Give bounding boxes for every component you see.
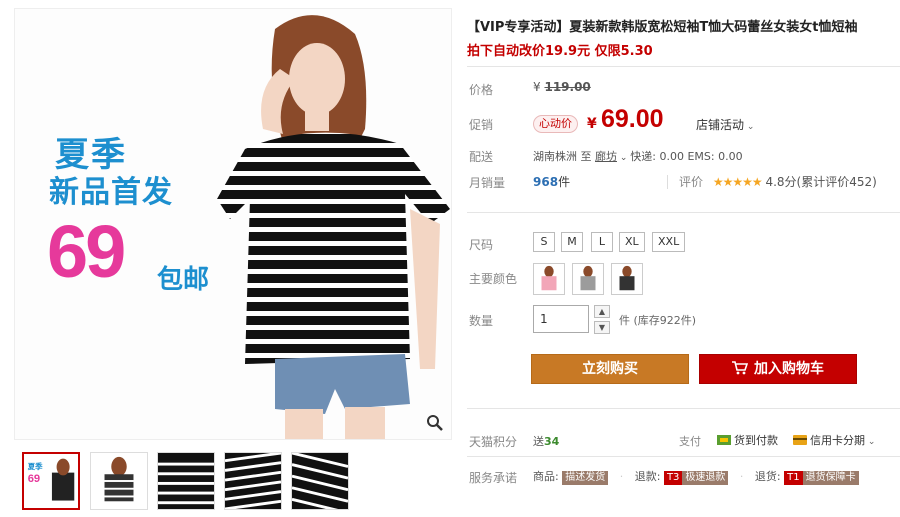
monthly-sales-label: 月销量 <box>469 176 506 190</box>
svg-text:69: 69 <box>28 473 40 485</box>
main-product-image[interactable]: 夏季 新品首发 69 包邮 <box>14 8 452 440</box>
review-label: 评价 <box>679 175 704 189</box>
ship-from: 湖南株洲 <box>533 150 577 163</box>
credit-installment[interactable]: 信用卡分期 ⌄ <box>793 432 875 448</box>
original-price: ¥ 119.00 <box>533 80 591 94</box>
refund-tag[interactable]: 极速退款 <box>682 471 729 485</box>
quantity-decrease-button[interactable]: ▼ <box>594 321 610 334</box>
ship-to-word: 至 <box>580 150 592 163</box>
promo-line-new-release: 新品首发 <box>49 175 173 210</box>
cart-icon <box>732 361 748 375</box>
chevron-down-icon: ⌄ <box>865 437 876 447</box>
quantity-increase-button[interactable]: ▲ <box>594 305 610 318</box>
service-promises: 商品: 描述发货 · 退款: T3 极速退款 · 退货: T1 退货保障卡 <box>533 468 859 485</box>
return-label: 退货: <box>754 470 781 483</box>
product-gallery: 夏季 新品首发 69 包邮 夏季 69 <box>14 8 452 517</box>
currency-symbol: ¥ <box>533 80 541 94</box>
payment-label: 支付 <box>679 435 701 448</box>
promo-label: 促销 <box>469 118 494 132</box>
monthly-sales: 968件 <box>533 173 570 190</box>
product-title: 【VIP专享活动】夏装新款韩版宽松短袖T恤大码蕾丝女装女t恤短袖 <box>467 20 858 35</box>
stock-info: 件 (库存922件) <box>619 314 697 327</box>
size-option-s[interactable]: S <box>533 232 555 252</box>
ship-to-location[interactable]: 廊坊 <box>595 150 617 163</box>
chevron-down-icon: ⌄ <box>744 122 755 132</box>
shipping-fees: 快递: 0.00 EMS: 0.00 <box>630 150 743 163</box>
price-label: 价格 <box>469 83 494 97</box>
add-to-cart-button[interactable]: 加入购物车 <box>699 354 857 384</box>
color-swatch-pink[interactable] <box>533 263 565 295</box>
color-swatch-grey[interactable] <box>572 263 604 295</box>
promo-free-shipping: 包邮 <box>157 265 210 295</box>
thumbnail-4[interactable] <box>224 452 282 510</box>
sales-unit: 件 <box>558 175 571 189</box>
cash-on-delivery[interactable]: 货到付款 <box>717 432 778 448</box>
goods-label: 商品: <box>533 470 559 483</box>
quantity-label: 数量 <box>469 314 494 328</box>
size-option-xxl[interactable]: XXL <box>652 232 686 252</box>
vertical-divider <box>667 175 668 189</box>
promo-price: 69 <box>47 210 126 293</box>
credit-label: 信用卡分期 <box>810 434 865 447</box>
goods-tag[interactable]: 描述发货 <box>562 471 609 485</box>
promo-badge: 心动价 <box>533 115 578 133</box>
size-label: 尺码 <box>469 238 494 252</box>
size-option-l[interactable]: L <box>591 232 613 252</box>
divider <box>467 408 900 409</box>
model-photo <box>217 15 450 439</box>
refund-code-badge: T3 <box>663 471 683 485</box>
sale-price: 69.00 <box>601 105 664 133</box>
points-prefix: 送 <box>533 435 544 448</box>
color-label: 主要颜色 <box>469 272 518 286</box>
chevron-down-icon: ⌄ <box>617 153 631 163</box>
thumbnail-3[interactable] <box>157 452 215 510</box>
size-option-xl[interactable]: XL <box>619 232 645 252</box>
credit-card-icon <box>793 435 807 445</box>
points-label: 天猫积分 <box>469 435 518 449</box>
size-option-m[interactable]: M <box>561 232 583 252</box>
store-activity-label: 店铺活动 <box>696 118 745 132</box>
thumbnail-1[interactable]: 夏季 69 <box>22 452 80 510</box>
shipping-label: 配送 <box>469 150 494 164</box>
divider <box>467 456 900 457</box>
buy-now-button[interactable]: 立刻购买 <box>531 354 689 384</box>
thumbnail-5[interactable] <box>291 452 349 510</box>
return-code-badge: T1 <box>784 471 803 485</box>
star-rating-icon: ★★★★★ <box>712 175 763 189</box>
sale-currency-symbol: ¥ <box>587 116 597 132</box>
product-subtitle: 拍下自动改价19.9元 仅限5.30 <box>467 44 653 59</box>
shipping-info: 湖南株洲 至 廊坊 ⌄ 快递: 0.00 EMS: 0.00 <box>533 148 743 164</box>
rating-score: 4.8分(累计评价452) <box>765 175 877 189</box>
divider <box>467 66 900 67</box>
return-tag[interactable]: 退货保障卡 <box>802 471 859 485</box>
magnifier-icon[interactable] <box>425 413 445 433</box>
store-activity-dropdown[interactable]: 店铺活动 ⌄ <box>696 116 754 133</box>
color-swatch-black[interactable] <box>611 263 643 295</box>
add-to-cart-label: 加入购物车 <box>754 361 824 377</box>
cod-label: 货到付款 <box>734 434 778 447</box>
cash-icon <box>717 435 731 445</box>
original-price-value: 119.00 <box>544 80 591 94</box>
svg-text:夏季: 夏季 <box>27 461 43 471</box>
services-label: 服务承诺 <box>469 471 518 485</box>
rating-block[interactable]: 评价 ★★★★★ 4.8分(累计评价452) <box>679 173 877 190</box>
refund-label: 退款: <box>634 470 661 483</box>
sales-count-value: 968 <box>533 175 559 189</box>
quantity-input[interactable] <box>533 305 589 333</box>
divider <box>467 212 900 213</box>
points-value: 送34 <box>533 433 559 449</box>
thumbnail-2[interactable] <box>90 452 148 510</box>
points-number: 34 <box>544 435 560 448</box>
